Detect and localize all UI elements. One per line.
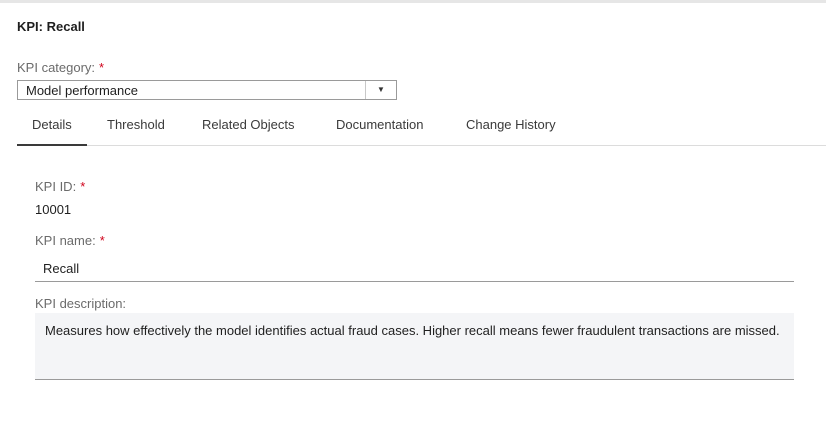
kpi-name-label-text: KPI name:: [35, 233, 96, 248]
kpi-id-label-text: KPI ID:: [35, 179, 77, 194]
required-indicator: *: [80, 179, 86, 194]
tab-related-objects[interactable]: Related Objects: [202, 117, 295, 132]
kpi-name-label: KPI name: *: [35, 233, 105, 248]
kpi-description-textarea[interactable]: Measures how effectively the model ident…: [35, 313, 794, 380]
tab-documentation[interactable]: Documentation: [336, 117, 423, 132]
kpi-description-label: KPI description:: [35, 296, 127, 311]
kpi-name-input-value: Recall: [43, 261, 80, 276]
required-indicator: *: [99, 60, 105, 75]
page-title: KPI: Recall: [17, 19, 85, 34]
dropdown-arrow-icon[interactable]: ▼: [365, 81, 396, 99]
tab-details[interactable]: Details: [17, 117, 87, 146]
kpi-category-select[interactable]: Model performance ▼: [17, 80, 397, 100]
tab-threshold[interactable]: Threshold: [107, 117, 165, 132]
kpi-id-label: KPI ID: *: [35, 179, 85, 194]
kpi-id-value: 10001: [35, 202, 72, 217]
tab-change-history[interactable]: Change History: [466, 117, 556, 132]
required-indicator: *: [99, 233, 105, 248]
kpi-name-input[interactable]: Recall: [35, 253, 794, 282]
top-border: [0, 0, 826, 3]
kpi-category-label: KPI category: *: [17, 60, 104, 75]
kpi-category-selected-value: Model performance: [26, 83, 138, 98]
kpi-category-label-text: KPI category:: [17, 60, 96, 75]
kpi-tabs: Details Threshold Related Objects Docume…: [17, 108, 826, 146]
